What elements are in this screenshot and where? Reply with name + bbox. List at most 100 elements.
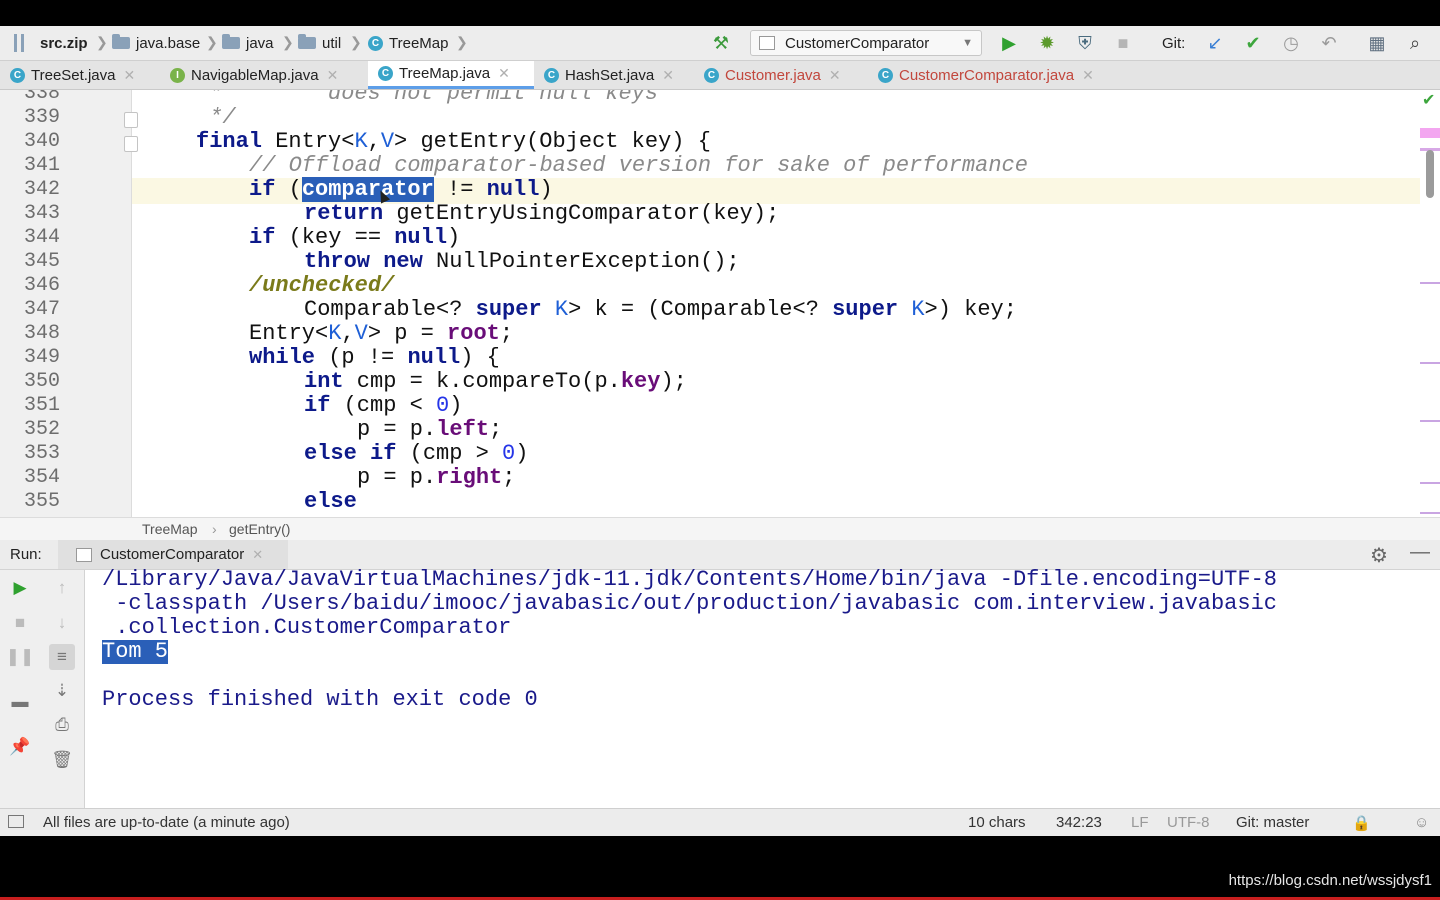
tab-customercomparator[interactable]: C CustomerComparator.java ✕ <box>868 61 1138 89</box>
crumb-util[interactable]: util <box>298 26 341 60</box>
run-tool-header: Run: CustomerComparator ✕ ⚙ — <box>0 540 1440 570</box>
arrow-down-icon[interactable]: ↓ <box>50 611 74 635</box>
close-icon[interactable]: ✕ <box>124 67 136 84</box>
error-stripe-marker[interactable] <box>1420 128 1440 138</box>
breadcrumb-method[interactable]: getEntry() <box>229 521 290 537</box>
pin-icon[interactable]: 📌 <box>8 735 32 759</box>
project-structure-icon[interactable]: ▦ <box>1366 32 1388 54</box>
close-icon[interactable]: ✕ <box>1082 67 1094 84</box>
git-commit-check-icon[interactable]: ✔ <box>1242 32 1264 54</box>
run-config-icon <box>759 36 775 50</box>
class-icon: C <box>378 66 393 81</box>
pause-icon[interactable]: ❚❚ <box>6 645 35 669</box>
code-line: if (comparator != null) <box>249 177 553 202</box>
bottom-area <box>0 836 1440 900</box>
scroll-thumb[interactable] <box>1426 150 1434 198</box>
code-line: */ <box>196 105 236 130</box>
close-icon[interactable]: ✕ <box>252 547 263 563</box>
run-with-coverage-icon[interactable]: ⛨ <box>1074 32 1096 54</box>
line-number: 348 <box>23 322 60 345</box>
folder-icon <box>112 34 130 49</box>
code-line: * does not permit null keys <box>196 90 659 106</box>
git-label: Git: <box>1162 34 1186 52</box>
code-editor[interactable]: 338 339 340 341 342 343 344 345 346 347 … <box>0 90 1440 517</box>
tab-navigablemap[interactable]: I NavigableMap.java ✕ <box>160 61 368 89</box>
crumb-src-zip[interactable]: src.zip <box>40 26 88 60</box>
code-line: // Offload comparator-based version for … <box>249 153 1028 178</box>
class-icon: C <box>368 35 383 51</box>
layout-icon[interactable]: ▬ <box>8 690 32 714</box>
code-line: else <box>304 489 357 514</box>
crumb-java-base[interactable]: java.base <box>112 26 200 60</box>
lock-icon[interactable]: 🔒 <box>1352 814 1371 832</box>
close-icon[interactable]: ✕ <box>498 65 510 82</box>
tab-customer[interactable]: C Customer.java ✕ <box>694 61 868 89</box>
error-stripe-marker[interactable] <box>1420 282 1440 284</box>
close-icon[interactable]: ✕ <box>662 67 674 84</box>
soft-wrap-icon[interactable]: ≡ <box>49 644 75 670</box>
close-icon[interactable]: ✕ <box>829 67 841 84</box>
fold-marker-icon[interactable] <box>124 112 138 128</box>
error-stripe-marker[interactable] <box>1420 362 1440 364</box>
crumb-treemap[interactable]: C TreeMap <box>368 26 448 60</box>
line-number: 339 <box>23 106 60 129</box>
code-line: /unchecked/ <box>249 273 395 298</box>
line-number: 344 <box>23 226 60 249</box>
crumb-java[interactable]: java <box>222 26 274 60</box>
line-number: 342 <box>23 178 60 201</box>
run-tab-customercomparator[interactable]: CustomerComparator ✕ <box>58 540 288 569</box>
tab-treeset[interactable]: C TreeSet.java ✕ <box>0 61 160 89</box>
error-stripe-marker[interactable] <box>1420 482 1440 484</box>
console-line: Process finished with exit code 0 <box>102 687 538 712</box>
git-branch[interactable]: Git: master <box>1236 814 1309 831</box>
run-configuration-select[interactable]: CustomerComparator ▼ <box>750 30 982 56</box>
minimize-icon[interactable]: — <box>1410 541 1430 564</box>
rerun-icon[interactable]: ▶ <box>8 576 32 600</box>
run-toolbar: ▶ ↑ ■ ↓ ❚❚ ≡ ▬ ⇣ ⎙ 📌 🗑 <box>0 570 85 808</box>
scroll-to-end-icon[interactable]: ⇣ <box>50 679 74 703</box>
run-icon[interactable]: ▶ <box>998 32 1020 54</box>
stop-icon[interactable]: ■ <box>1112 32 1134 54</box>
build-hammer-icon[interactable]: ⚒ <box>710 32 732 54</box>
code-line: p = p.right; <box>357 465 516 490</box>
arrow-up-icon[interactable]: ↑ <box>50 576 74 600</box>
trash-icon[interactable]: 🗑 <box>50 748 74 772</box>
run-label: Run: <box>10 546 42 563</box>
tab-hashset[interactable]: C HashSet.java ✕ <box>534 61 694 89</box>
class-icon: C <box>878 67 893 83</box>
revert-icon[interactable]: ↶ <box>1318 32 1340 54</box>
caret-position[interactable]: 342:23 <box>1056 814 1102 831</box>
status-bar: All files are up-to-date (a minute ago) … <box>0 808 1440 837</box>
notifications-icon[interactable]: ☺ <box>1414 814 1429 831</box>
code-line: if (cmp < 0) <box>304 393 463 418</box>
chevron-right-icon: › <box>212 521 217 537</box>
line-number: 349 <box>23 346 60 369</box>
print-icon[interactable]: ⎙ <box>50 713 74 737</box>
stop-icon[interactable]: ■ <box>8 611 32 635</box>
close-icon[interactable]: ✕ <box>327 67 339 84</box>
git-update-icon[interactable]: ↙ <box>1204 32 1226 54</box>
chevron-right-icon: ❯ <box>282 34 294 50</box>
code-line: return getEntryUsingComparator(key); <box>304 201 780 226</box>
gear-icon[interactable]: ⚙ <box>1370 543 1388 568</box>
breadcrumb-class[interactable]: TreeMap <box>142 521 198 537</box>
history-clock-icon[interactable]: ◷ <box>1280 32 1302 54</box>
chevron-right-icon: ❯ <box>206 34 218 50</box>
console-line-selected[interactable]: Tom 5 <box>102 640 169 664</box>
code-line: throw new NullPointerException(); <box>304 249 740 274</box>
watermark-url: https://blog.csdn.net/wssjdysf1 <box>1228 872 1432 889</box>
selected-text[interactable]: comparator <box>301 177 434 202</box>
debug-bug-icon[interactable]: ✹ <box>1036 32 1058 54</box>
error-stripe-marker[interactable] <box>1420 512 1440 514</box>
console-output[interactable]: /Library/Java/JavaVirtualMachines/jdk-11… <box>85 568 1440 808</box>
error-stripe-marker[interactable] <box>1420 420 1440 422</box>
fold-marker-icon[interactable] <box>124 136 138 152</box>
toggle-tool-windows-icon[interactable] <box>8 815 24 828</box>
line-separator[interactable]: LF <box>1131 814 1149 831</box>
editor-scrollbar[interactable]: ✔ <box>1420 90 1440 517</box>
line-number-gutter[interactable]: 338 339 340 341 342 343 344 345 346 347 … <box>0 90 138 517</box>
search-icon[interactable]: ⌕ <box>1404 32 1426 54</box>
status-message: All files are up-to-date (a minute ago) <box>43 814 290 831</box>
tab-treemap[interactable]: C TreeMap.java ✕ <box>368 61 534 89</box>
file-encoding[interactable]: UTF-8 <box>1167 814 1210 831</box>
